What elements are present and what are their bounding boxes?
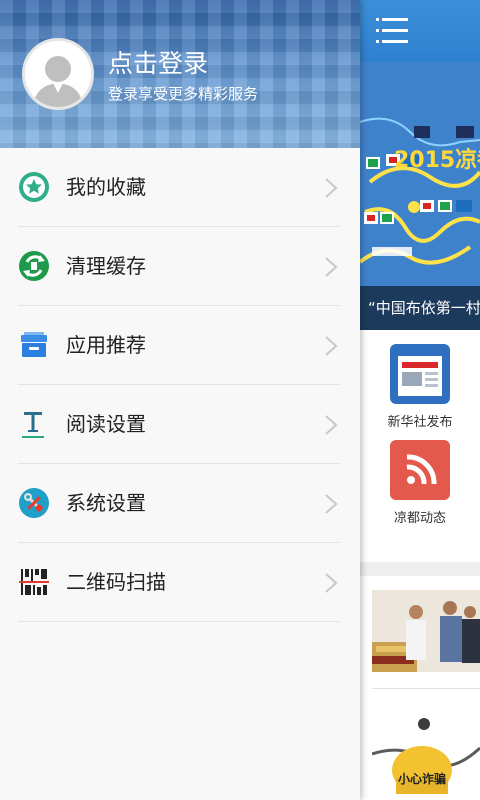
- menu-item-reading-settings[interactable]: 阅读设置: [18, 385, 340, 464]
- chevron-right-icon: [325, 573, 338, 593]
- chevron-right-icon: [325, 178, 338, 198]
- shortcut-label: 凉都动态: [393, 511, 446, 526]
- text-icon: [22, 412, 44, 438]
- menu-item-favorites[interactable]: 我的收藏: [18, 148, 340, 227]
- tools-icon: [19, 488, 49, 518]
- star-icon: [19, 172, 49, 202]
- news-image-caption: 小心诈骗: [398, 772, 447, 786]
- menu-item-label: 阅读设置: [66, 412, 146, 436]
- menu-item-system-settings[interactable]: 系统设置: [18, 464, 340, 543]
- banner-caption: “中国布依第一村: [360, 286, 480, 330]
- menu-item-qr-scan[interactable]: 二维码扫描: [18, 543, 340, 622]
- drawer-header[interactable]: 点击登录 登录享受更多精彩服务: [0, 0, 360, 148]
- menu-item-label: 清理缓存: [66, 254, 146, 278]
- menu-item-label: 系统设置: [66, 491, 146, 515]
- drawer-menu: 我的收藏 清理缓存 应用推荐 阅读设置 系统设置 二维码扫描: [0, 148, 360, 622]
- top-bar: [360, 0, 480, 62]
- banner-carousel[interactable]: 2015凉都 “中国布依第一村: [360, 62, 480, 330]
- chevron-right-icon: [325, 494, 338, 514]
- rss-icon: [390, 440, 450, 500]
- newspaper-icon: [390, 344, 450, 404]
- chevron-right-icon: [325, 257, 338, 277]
- shortcut-panel: 新华社发布 凉都动态: [360, 330, 480, 562]
- chevron-right-icon: [325, 415, 338, 435]
- banner-title: 2015凉都: [394, 148, 480, 173]
- main-content: 2015凉都 “中国布依第一村 新华社发布 凉都动态: [360, 0, 480, 800]
- qrcode-icon: [19, 569, 49, 595]
- menu-item-label: 应用推荐: [66, 333, 146, 357]
- menu-icon[interactable]: [376, 18, 408, 44]
- shortcut-label: 新华社发布: [387, 415, 453, 430]
- menu-item-label: 二维码扫描: [66, 570, 166, 594]
- divider: [372, 688, 480, 689]
- shortcut-liangdu[interactable]: 凉都动态: [360, 440, 480, 526]
- news-list: 小心诈骗: [360, 576, 480, 800]
- menu-item-label: 我的收藏: [66, 175, 146, 199]
- menu-item-clear-cache[interactable]: 清理缓存: [18, 227, 340, 306]
- avatar[interactable]: [22, 38, 94, 110]
- navigation-drawer: 点击登录 登录享受更多精彩服务 我的收藏 清理缓存 应用推荐 阅读设置 系统设置…: [0, 0, 360, 800]
- login-title[interactable]: 点击登录: [108, 44, 208, 80]
- app-box-icon: [21, 332, 47, 357]
- user-avatar-icon: [25, 41, 91, 107]
- chevron-right-icon: [325, 336, 338, 356]
- news-thumbnail[interactable]: 小心诈骗: [372, 714, 480, 796]
- login-subtitle: 登录享受更多精彩服务: [108, 85, 259, 103]
- clean-cache-icon: [19, 251, 49, 281]
- shortcut-xinhua[interactable]: 新华社发布: [360, 344, 480, 430]
- news-thumbnail[interactable]: [372, 590, 480, 672]
- menu-item-app-recommend[interactable]: 应用推荐: [18, 306, 340, 385]
